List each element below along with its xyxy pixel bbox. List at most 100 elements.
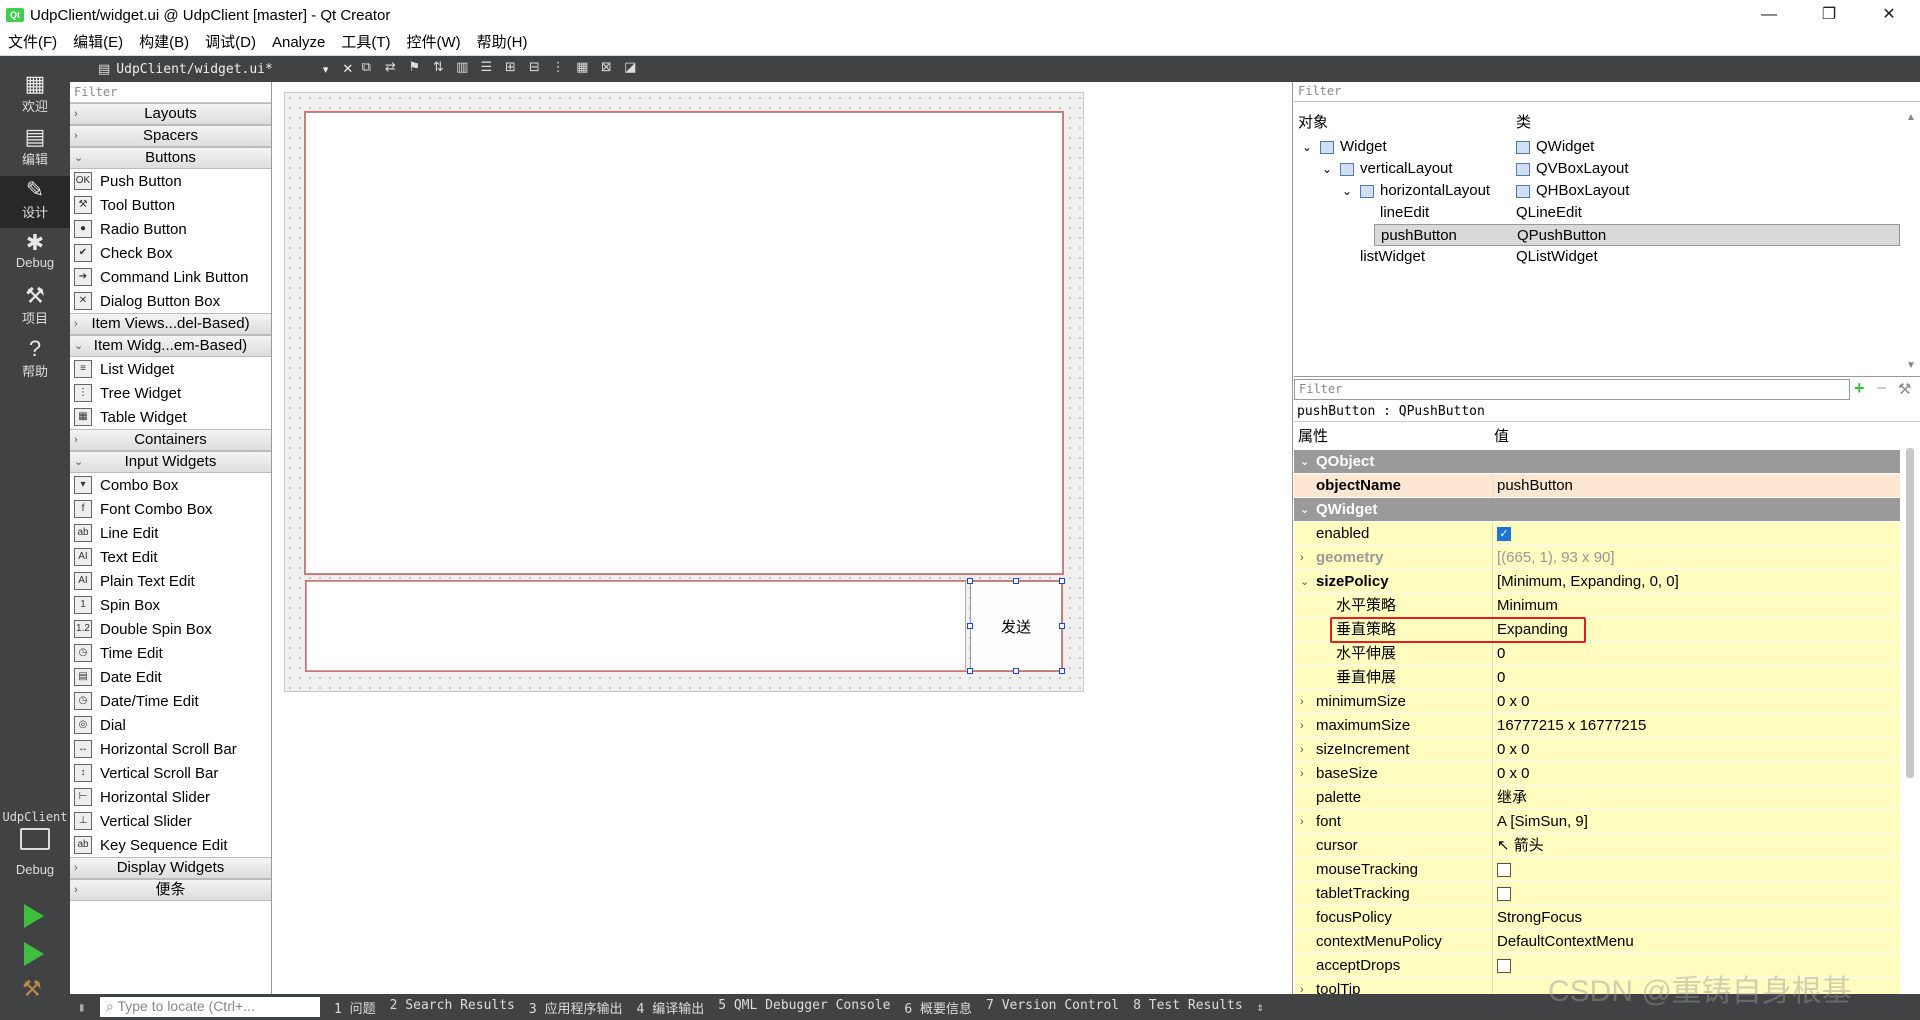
close-button[interactable]: ✕ xyxy=(1860,0,1918,30)
selection-handle[interactable] xyxy=(1059,623,1065,629)
widget-item[interactable]: ⚒ Tool Button xyxy=(70,193,271,217)
checkbox[interactable]: ✓ xyxy=(1497,527,1511,542)
selection-handle[interactable] xyxy=(1059,578,1065,584)
property-row[interactable]: › font A [SimSun, 9] xyxy=(1294,810,1900,834)
configure-wrench-icon[interactable]: ⚒ xyxy=(1898,380,1911,398)
layout-v-splitter-icon[interactable]: ⊟ xyxy=(523,59,545,79)
output-pane-tab[interactable]: 5 QML Debugger Console xyxy=(718,998,890,1017)
output-pane-tab[interactable]: 1 问题 xyxy=(334,998,376,1017)
property-value[interactable]: ✓ xyxy=(1492,522,1900,546)
chevron-right-icon[interactable]: › xyxy=(1300,762,1304,786)
mode-bug[interactable]: ✱ Debug xyxy=(0,229,70,281)
widget-item[interactable]: f Font Combo Box xyxy=(70,497,271,521)
widget-item[interactable]: ⋮ Tree Widget xyxy=(70,381,271,405)
property-value[interactable]: Minimum xyxy=(1492,594,1900,618)
property-value[interactable]: 16777215 x 16777215 xyxy=(1492,714,1900,738)
selection-handle[interactable] xyxy=(1013,578,1019,584)
debug-run-icon[interactable] xyxy=(24,942,44,966)
menu-item[interactable]: 编辑(E) xyxy=(65,30,131,56)
menu-item[interactable]: 调试(D) xyxy=(197,30,264,56)
checkbox[interactable] xyxy=(1497,863,1511,878)
chevron-right-icon[interactable]: › xyxy=(1300,810,1304,834)
document-dropdown-icon[interactable]: ▾ xyxy=(323,63,329,76)
property-row[interactable]: palette 继承 xyxy=(1294,786,1900,810)
widget-item[interactable]: ◎ Dial xyxy=(70,713,271,737)
expand-chevron-icon[interactable]: ⌄ xyxy=(1322,158,1332,180)
expand-chevron-icon[interactable]: ⌄ xyxy=(1302,136,1312,158)
widget-item[interactable]: ✔ Check Box xyxy=(70,241,271,265)
widget-item[interactable]: ⊥ Vertical Slider xyxy=(70,809,271,833)
list-widget[interactable] xyxy=(304,111,1064,575)
layout-h-splitter-icon[interactable]: ⊞ xyxy=(499,59,521,79)
property-value[interactable]: 0 x 0 xyxy=(1492,690,1900,714)
widget-item[interactable]: AI Text Edit xyxy=(70,545,271,569)
send-button[interactable]: 发送 xyxy=(970,581,1062,671)
property-value[interactable] xyxy=(1492,858,1900,882)
edit-widgets-icon[interactable]: ⧉ xyxy=(355,59,377,79)
expand-chevron-icon[interactable]: ⌄ xyxy=(1342,180,1352,202)
mode-pencil[interactable]: ✎ 设计 xyxy=(0,176,70,228)
widget-item[interactable]: ▾ Combo Box xyxy=(70,473,271,497)
widget-category[interactable]: › Item Views...del-Based) xyxy=(70,313,271,335)
selection-handle[interactable] xyxy=(1013,668,1019,674)
output-pane-tab[interactable]: 3 应用程序输出 xyxy=(529,998,623,1017)
selection-handle[interactable] xyxy=(1059,668,1065,674)
layout-grid-icon[interactable]: ▦ xyxy=(571,59,593,79)
property-value[interactable]: DefaultContextMenu xyxy=(1492,930,1900,954)
property-row[interactable]: focusPolicy StrongFocus xyxy=(1294,906,1900,930)
chevron-down-icon[interactable]: ⌄ xyxy=(1300,570,1309,594)
monitor-icon[interactable] xyxy=(20,828,50,850)
checkbox[interactable] xyxy=(1497,959,1511,974)
layout-horizontal-icon[interactable]: ▥ xyxy=(451,59,473,79)
edit-signals-icon[interactable]: ⇄ xyxy=(379,59,401,79)
panes-toggle-icon[interactable]: ⇕ xyxy=(1257,1000,1264,1014)
scroll-down-icon[interactable]: ▼ xyxy=(1906,360,1916,371)
property-row[interactable]: 垂直伸展 0 xyxy=(1294,666,1900,690)
widget-category[interactable]: › Display Widgets xyxy=(70,857,271,879)
close-document-icon[interactable]: ✕ xyxy=(342,61,353,77)
property-group[interactable]: ⌄ QObject xyxy=(1294,450,1900,474)
widget-item[interactable]: ➔ Command Link Button xyxy=(70,265,271,289)
mode-edit[interactable]: ▤ 编辑 xyxy=(0,123,70,175)
build-hammer-icon[interactable]: ⚒ xyxy=(22,976,42,1002)
selection-handle[interactable] xyxy=(967,668,973,674)
widget-item[interactable]: 1.2 Double Spin Box xyxy=(70,617,271,641)
property-row[interactable]: ⌄ sizePolicy [Minimum, Expanding, 0, 0] xyxy=(1294,570,1900,594)
mode-help[interactable]: ? 帮助 xyxy=(0,335,70,387)
widget-item[interactable]: ◷ Time Edit xyxy=(70,641,271,665)
property-row[interactable]: contextMenuPolicy DefaultContextMenu xyxy=(1294,930,1900,954)
output-pane-tab[interactable]: 8 Test Results xyxy=(1133,998,1243,1017)
widget-item[interactable]: ✕ Dialog Button Box xyxy=(70,289,271,313)
property-value[interactable]: [(665, 1), 93 x 90] xyxy=(1492,546,1900,570)
menu-item[interactable]: Analyze xyxy=(264,30,333,56)
widget-item[interactable]: ↕ Vertical Scroll Bar xyxy=(70,761,271,785)
property-row[interactable]: mouseTracking xyxy=(1294,858,1900,882)
property-value[interactable]: 0 x 0 xyxy=(1492,738,1900,762)
menu-item[interactable]: 工具(T) xyxy=(333,30,398,56)
layout-form-icon[interactable]: ⋮ xyxy=(547,59,569,79)
property-value[interactable]: [Minimum, Expanding, 0, 0] xyxy=(1492,570,1900,594)
widget-category[interactable]: ⌄ Buttons xyxy=(70,147,271,169)
maximize-button[interactable]: ❐ xyxy=(1800,0,1858,30)
locator-input[interactable]: ⌕ Type to locate (Ctrl+... xyxy=(100,997,320,1017)
property-scrollbar[interactable] xyxy=(1906,448,1914,778)
widget-category[interactable]: › Layouts xyxy=(70,103,271,125)
property-value[interactable]: 继承 xyxy=(1492,786,1900,810)
property-value[interactable]: 0 x 0 xyxy=(1492,762,1900,786)
chevron-right-icon[interactable]: › xyxy=(1300,714,1304,738)
property-value[interactable] xyxy=(1492,882,1900,906)
layout-vertical-icon[interactable]: ☰ xyxy=(475,59,497,79)
widget-item[interactable]: ↔ Horizontal Scroll Bar xyxy=(70,737,271,761)
run-icon[interactable] xyxy=(24,904,44,928)
widget-item[interactable]: ▦ Table Widget xyxy=(70,405,271,429)
output-pane-tab[interactable]: 2 Search Results xyxy=(390,998,515,1017)
menu-item[interactable]: 构建(B) xyxy=(131,30,197,56)
widget-item[interactable]: ab Line Edit xyxy=(70,521,271,545)
document-name[interactable]: UdpClient/widget.ui* xyxy=(116,62,273,77)
property-value[interactable]: A [SimSun, 9] xyxy=(1492,810,1900,834)
chevron-right-icon[interactable]: › xyxy=(1300,738,1304,762)
property-row[interactable]: › sizeIncrement 0 x 0 xyxy=(1294,738,1900,762)
property-value[interactable]: 0 xyxy=(1492,642,1900,666)
property-row[interactable]: › minimumSize 0 x 0 xyxy=(1294,690,1900,714)
toggle-sidebar-icon[interactable]: ▮ xyxy=(78,1000,85,1014)
